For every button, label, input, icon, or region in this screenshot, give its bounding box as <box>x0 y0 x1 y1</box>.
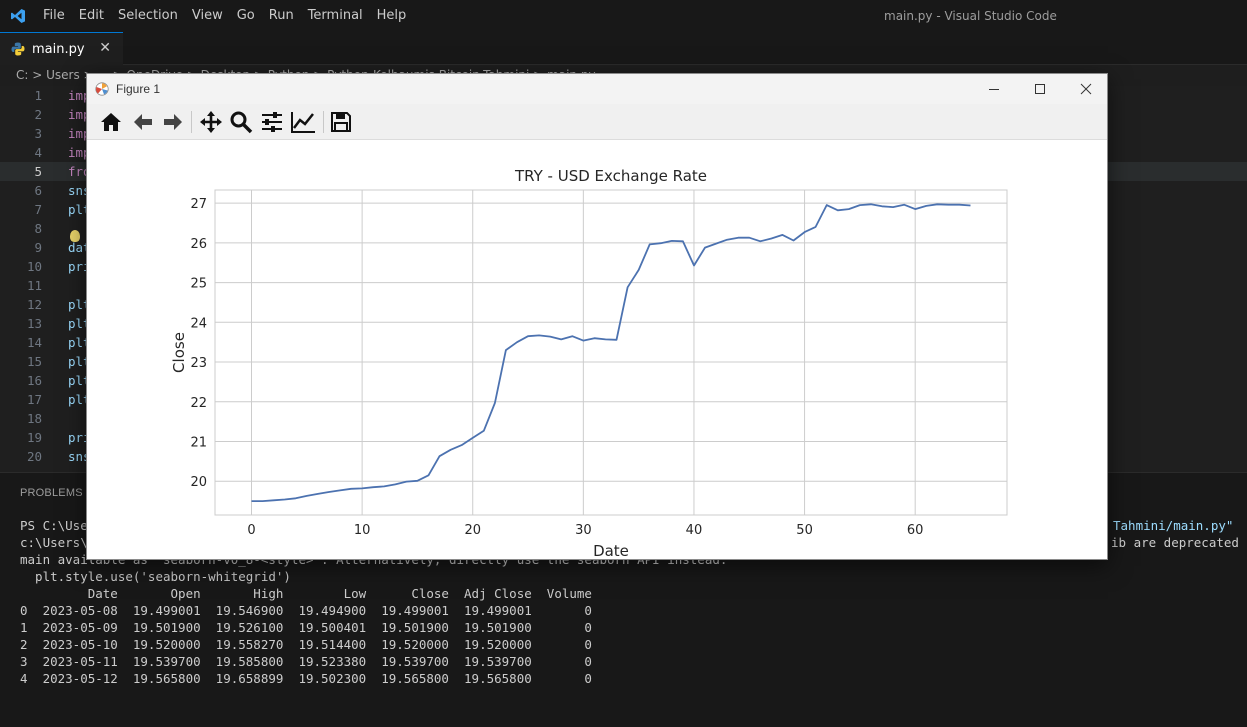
menu-file[interactable]: File <box>36 0 72 32</box>
menu-edit[interactable]: Edit <box>72 0 111 32</box>
vscode-logo-icon <box>0 0 36 32</box>
line-number: 17 <box>26 392 42 407</box>
terminal-warning-text: ib are deprecated sin <box>1111 535 1247 550</box>
line-number: 5 <box>34 164 42 179</box>
minimize-button[interactable] <box>971 74 1017 104</box>
back-icon[interactable] <box>129 108 157 136</box>
y-tick-label: 23 <box>190 356 207 371</box>
line-number: 15 <box>26 354 42 369</box>
figure-title-bar[interactable]: Figure 1 <box>87 74 1107 104</box>
save-icon[interactable] <box>327 108 355 136</box>
y-tick-label: 26 <box>190 237 207 252</box>
menu-selection[interactable]: Selection <box>111 0 185 32</box>
home-icon[interactable] <box>97 108 125 136</box>
line-number: 6 <box>34 183 42 198</box>
menu-help[interactable]: Help <box>370 0 414 32</box>
line-number: 19 <box>26 430 42 445</box>
terminal-line: 4 2023-05-12 19.565800 19.658899 19.5023… <box>20 671 592 686</box>
line-number: 18 <box>26 411 42 426</box>
terminal-line: c:\Users\ <box>20 535 88 550</box>
y-tick-label: 24 <box>190 316 207 331</box>
x-tick-label: 50 <box>796 523 813 538</box>
close-icon[interactable]: ✕ <box>99 40 111 56</box>
chart-title: TRY - USD Exchange Rate <box>514 167 707 185</box>
configure-subplots-icon[interactable] <box>258 108 286 136</box>
figure-window: Figure 1 0 10 20 30 40 50 60 20 21 22 23… <box>86 73 1108 560</box>
terminal-line: 2 2023-05-10 19.520000 19.558270 19.5144… <box>20 637 592 652</box>
y-axis-label: Close <box>170 332 188 373</box>
plot-area[interactable]: 0 10 20 30 40 50 60 20 21 22 23 24 25 26 27 TRY - USD E… <box>87 140 1107 559</box>
terminal-line: 3 2023-05-11 19.539700 19.585800 19.5233… <box>20 654 592 669</box>
window-title: main.py - Visual Studio Code <box>884 9 1057 23</box>
toolbar-separator <box>323 111 324 133</box>
line-number: 11 <box>26 278 42 293</box>
maximize-button[interactable] <box>1017 74 1063 104</box>
menu-run[interactable]: Run <box>262 0 301 32</box>
figure-title: Figure 1 <box>116 82 161 96</box>
tab-problems[interactable]: PROBLEMS <box>20 487 83 499</box>
terminal-line: PS C:\User <box>20 518 96 533</box>
line-number: 20 <box>26 449 42 464</box>
menu-bar: File Edit Selection View Go Run Terminal… <box>36 0 413 32</box>
editor-tab-bar: main.py ✕ <box>0 32 1247 65</box>
line-number: 10 <box>26 259 42 274</box>
zoom-icon[interactable] <box>227 108 255 136</box>
line-number: 9 <box>34 240 42 255</box>
line-number: 4 <box>34 145 42 160</box>
line-number: 1 <box>34 88 42 103</box>
figure-toolbar <box>87 104 1107 140</box>
toolbar-separator <box>191 111 192 133</box>
edit-axis-icon[interactable] <box>289 108 317 136</box>
close-window-button[interactable] <box>1063 74 1109 104</box>
axes-frame <box>214 189 1008 516</box>
chart: 0 10 20 30 40 50 60 20 21 22 23 24 25 26 27 TRY - USD E… <box>170 167 1008 559</box>
y-tick-label: 25 <box>190 277 207 292</box>
terminal-line: 1 2023-05-09 19.501900 19.526100 19.5004… <box>20 620 592 635</box>
line-number: 14 <box>26 335 42 350</box>
title-bar: File Edit Selection View Go Run Terminal… <box>0 0 1247 32</box>
terminal-line: plt.style.use('seaborn-whitegrid') <box>20 569 291 584</box>
line-number: 7 <box>34 202 42 217</box>
pan-icon[interactable] <box>197 108 225 136</box>
y-tick-label: 20 <box>190 475 207 490</box>
tab-label: main.py <box>32 41 85 57</box>
menu-view[interactable]: View <box>185 0 230 32</box>
x-axis-label: Date <box>593 542 629 559</box>
y-tick-label: 22 <box>190 396 207 411</box>
matplotlib-logo-icon <box>95 82 109 96</box>
x-tick-label: 10 <box>354 523 371 538</box>
x-tick-label: 60 <box>907 523 924 538</box>
terminal-path-text: Tahmini/main.py" <box>1113 518 1234 533</box>
lightbulb-icon[interactable] <box>70 230 80 242</box>
menu-terminal[interactable]: Terminal <box>301 0 370 32</box>
forward-icon[interactable] <box>159 108 187 136</box>
python-file-icon <box>11 42 25 56</box>
x-tick-label: 40 <box>686 523 703 538</box>
menu-go[interactable]: Go <box>230 0 262 32</box>
terminal-line: Date Open High Low Close Adj Close Volum… <box>20 586 592 601</box>
line-number: 3 <box>34 126 42 141</box>
y-tick-label: 27 <box>190 197 207 212</box>
x-tick-label: 0 <box>247 523 255 538</box>
line-number: 8 <box>34 221 42 236</box>
y-tick-label: 21 <box>190 435 207 450</box>
line-number: 2 <box>34 107 42 122</box>
x-tick-label: 30 <box>575 523 592 538</box>
x-tick-label: 20 <box>464 523 481 538</box>
line-number: 12 <box>26 297 42 312</box>
line-number: 13 <box>26 316 42 331</box>
line-number: 16 <box>26 373 42 388</box>
tab-main-py[interactable]: main.py ✕ <box>0 32 123 65</box>
terminal-line: 0 2023-05-08 19.499001 19.546900 19.4949… <box>20 603 592 618</box>
